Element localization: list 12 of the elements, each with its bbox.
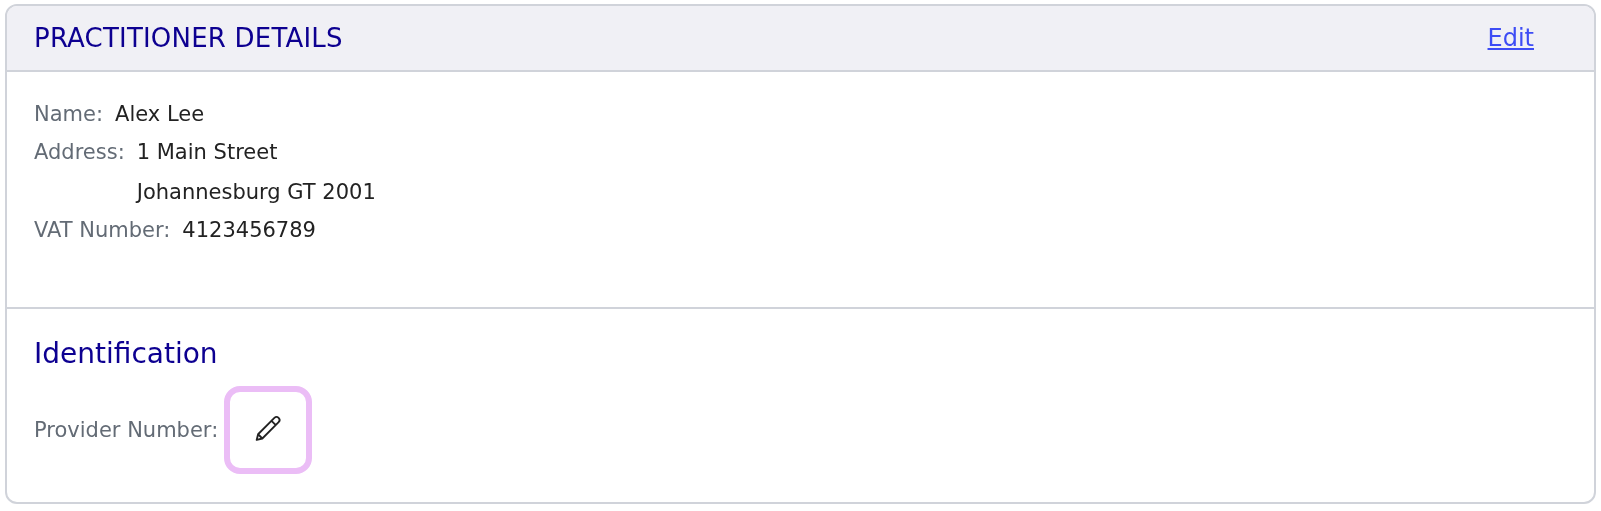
section-heading: Identification [34,337,219,370]
field-label: Provider Number: [34,418,219,442]
field-value: 1 Main Street [136,139,279,164]
field-label: VAT Number: [34,217,171,242]
edit-link[interactable]: Edit [1487,23,1534,52]
field-value: 4123456789 [182,217,316,242]
field-label: Name: [34,101,104,126]
field-value: Alex Lee [115,101,205,126]
field-label: Address: [34,139,125,164]
field-value: Johannesburg GT 2001 [136,179,376,204]
card-title: PRACTITIONER DETAILS [34,22,343,53]
edit-button[interactable] [224,386,313,474]
